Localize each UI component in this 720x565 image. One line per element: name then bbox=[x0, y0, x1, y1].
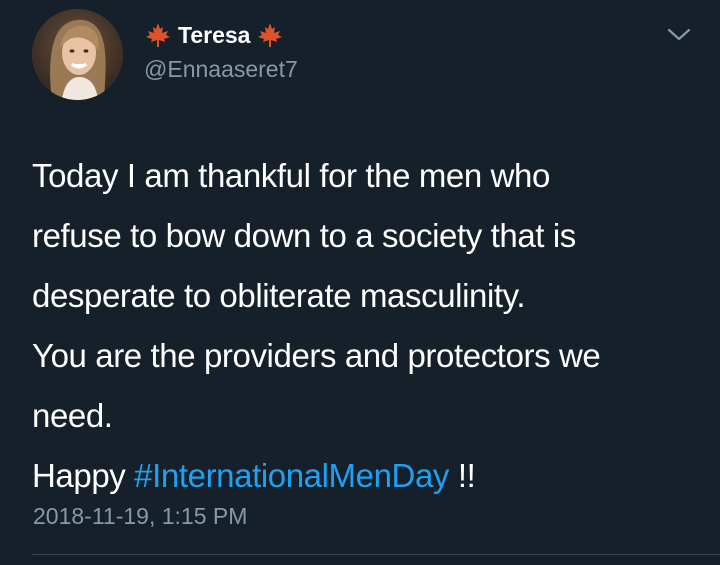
display-name[interactable]: Teresa bbox=[144, 20, 284, 50]
user-handle[interactable]: @Ennaaseret7 bbox=[144, 54, 298, 84]
hashtag-link[interactable]: #InternationalMenDay bbox=[134, 457, 449, 494]
tweet-line: desperate to obliterate masculinity. bbox=[32, 277, 526, 314]
tweet-timestamp[interactable]: 2018-11-19, 1:15 PM bbox=[33, 501, 247, 531]
display-name-text: Teresa bbox=[178, 22, 251, 48]
maple-leaf-icon bbox=[258, 23, 283, 47]
tweet-last-line: Happy #InternationalMenDay !! bbox=[32, 446, 702, 506]
tweet-line: need. bbox=[32, 397, 113, 434]
tweet-line: Today I am thankful for the men who bbox=[32, 157, 550, 194]
chevron-down-icon[interactable] bbox=[666, 26, 692, 44]
tweet-text-prefix: Happy bbox=[32, 457, 135, 494]
avatar[interactable] bbox=[32, 9, 123, 100]
divider bbox=[32, 554, 720, 555]
tweet-line: refuse to bow down to a society that is bbox=[32, 217, 576, 254]
tweet-line: You are the providers and protectors we bbox=[32, 337, 601, 374]
avatar-photo bbox=[32, 9, 123, 100]
maple-leaf-icon bbox=[146, 23, 170, 47]
tweet-text-suffix: !! bbox=[449, 457, 476, 494]
tweet-text: Today I am thankful for the men who refu… bbox=[32, 146, 702, 506]
